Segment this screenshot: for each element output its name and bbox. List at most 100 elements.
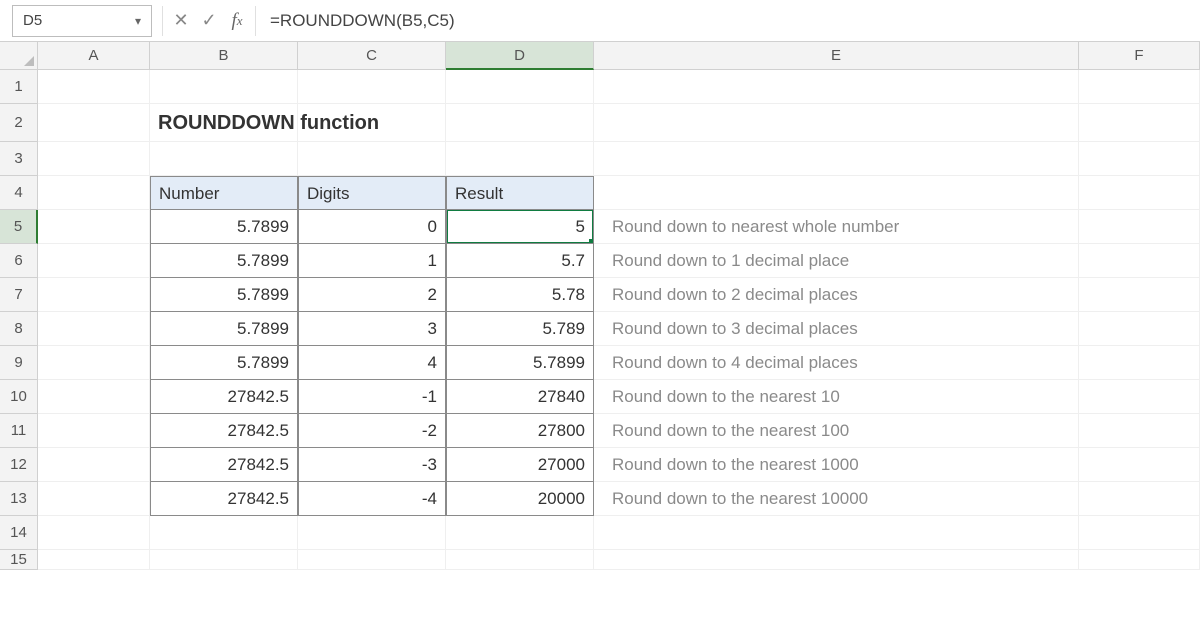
cell-number[interactable]: 5.7899 (150, 244, 298, 278)
cell-digits[interactable]: -1 (298, 380, 446, 414)
cell[interactable] (1079, 414, 1200, 448)
col-header-D[interactable]: D (446, 42, 594, 70)
cell-desc[interactable]: Round down to 2 decimal places (594, 278, 1079, 312)
cell[interactable] (38, 482, 150, 516)
accept-formula-icon[interactable]: ✓ (195, 5, 223, 37)
cell[interactable] (150, 550, 298, 570)
cell-result[interactable]: 27800 (446, 414, 594, 448)
cell[interactable] (38, 380, 150, 414)
cell-digits[interactable]: 2 (298, 278, 446, 312)
cell-digits[interactable]: -3 (298, 448, 446, 482)
cell-number[interactable]: 5.7899 (150, 312, 298, 346)
cell[interactable] (594, 142, 1079, 176)
fx-icon[interactable]: fx (223, 5, 251, 37)
cell-digits[interactable]: 3 (298, 312, 446, 346)
cell[interactable] (38, 70, 150, 104)
cell[interactable] (1079, 104, 1200, 142)
cell[interactable] (1079, 70, 1200, 104)
cell-number[interactable]: 5.7899 (150, 346, 298, 380)
row-header-9[interactable]: 9 (0, 346, 38, 380)
cell-result-active[interactable]: 5 (446, 210, 594, 244)
cell[interactable] (150, 516, 298, 550)
cell[interactable] (446, 550, 594, 570)
cell[interactable] (38, 516, 150, 550)
cell[interactable] (446, 104, 594, 142)
cell-result[interactable]: 5.78 (446, 278, 594, 312)
row-header-13[interactable]: 13 (0, 482, 38, 516)
row-header-7[interactable]: 7 (0, 278, 38, 312)
cell-result[interactable]: 27840 (446, 380, 594, 414)
col-header-F[interactable]: F (1079, 42, 1200, 70)
row-header-5[interactable]: 5 (0, 210, 38, 244)
cell-desc[interactable]: Round down to the nearest 10 (594, 380, 1079, 414)
cell[interactable] (594, 176, 1079, 210)
col-header-E[interactable]: E (594, 42, 1079, 70)
cell[interactable] (38, 448, 150, 482)
title-cell[interactable]: ROUNDDOWN function (150, 104, 298, 142)
cell-digits[interactable]: 0 (298, 210, 446, 244)
cell[interactable] (1079, 244, 1200, 278)
cell-digits[interactable]: 4 (298, 346, 446, 380)
cell[interactable] (1079, 142, 1200, 176)
cell[interactable] (1079, 278, 1200, 312)
cell[interactable] (38, 278, 150, 312)
col-header-C[interactable]: C (298, 42, 446, 70)
row-header-11[interactable]: 11 (0, 414, 38, 448)
cell[interactable] (150, 142, 298, 176)
name-box[interactable]: D5 ▾ (12, 5, 152, 37)
cell-desc[interactable]: Round down to the nearest 100 (594, 414, 1079, 448)
cell-number[interactable]: 5.7899 (150, 278, 298, 312)
th-digits[interactable]: Digits (298, 176, 446, 210)
cell[interactable] (446, 516, 594, 550)
cell[interactable] (1079, 176, 1200, 210)
cell-result[interactable]: 20000 (446, 482, 594, 516)
cell-result[interactable]: 27000 (446, 448, 594, 482)
cell[interactable] (38, 142, 150, 176)
cell-desc[interactable]: Round down to nearest whole number (594, 210, 1079, 244)
cell-desc[interactable]: Round down to 1 decimal place (594, 244, 1079, 278)
cell[interactable] (594, 104, 1079, 142)
cell-number[interactable]: 27842.5 (150, 448, 298, 482)
cell[interactable] (38, 104, 150, 142)
cell-digits[interactable]: -2 (298, 414, 446, 448)
cell[interactable] (38, 550, 150, 570)
cell[interactable] (298, 516, 446, 550)
cell[interactable] (38, 244, 150, 278)
cell-digits[interactable]: -4 (298, 482, 446, 516)
cell-number[interactable]: 5.7899 (150, 210, 298, 244)
th-number[interactable]: Number (150, 176, 298, 210)
cell-desc[interactable]: Round down to the nearest 1000 (594, 448, 1079, 482)
cell[interactable] (1079, 312, 1200, 346)
row-header-8[interactable]: 8 (0, 312, 38, 346)
cell[interactable] (594, 70, 1079, 104)
cell[interactable] (298, 70, 446, 104)
col-header-B[interactable]: B (150, 42, 298, 70)
select-all-corner[interactable] (0, 42, 38, 70)
col-header-A[interactable]: A (38, 42, 150, 70)
cell-digits[interactable]: 1 (298, 244, 446, 278)
cell[interactable] (1079, 550, 1200, 570)
row-header-15[interactable]: 15 (0, 550, 38, 570)
row-header-4[interactable]: 4 (0, 176, 38, 210)
cell[interactable] (1079, 516, 1200, 550)
row-header-2[interactable]: 2 (0, 104, 38, 142)
cell-number[interactable]: 27842.5 (150, 380, 298, 414)
row-header-10[interactable]: 10 (0, 380, 38, 414)
row-header-14[interactable]: 14 (0, 516, 38, 550)
cell[interactable] (38, 312, 150, 346)
cell[interactable] (38, 346, 150, 380)
row-header-6[interactable]: 6 (0, 244, 38, 278)
cell-number[interactable]: 27842.5 (150, 414, 298, 448)
cell-desc[interactable]: Round down to the nearest 10000 (594, 482, 1079, 516)
cell-number[interactable]: 27842.5 (150, 482, 298, 516)
cell[interactable] (1079, 380, 1200, 414)
cell[interactable] (1079, 346, 1200, 380)
cell[interactable] (38, 176, 150, 210)
cell[interactable] (298, 104, 446, 142)
cell[interactable] (150, 70, 298, 104)
cell-result[interactable]: 5.7 (446, 244, 594, 278)
cell[interactable] (594, 550, 1079, 570)
cell[interactable] (298, 142, 446, 176)
cell-result[interactable]: 5.7899 (446, 346, 594, 380)
cell-desc[interactable]: Round down to 3 decimal places (594, 312, 1079, 346)
